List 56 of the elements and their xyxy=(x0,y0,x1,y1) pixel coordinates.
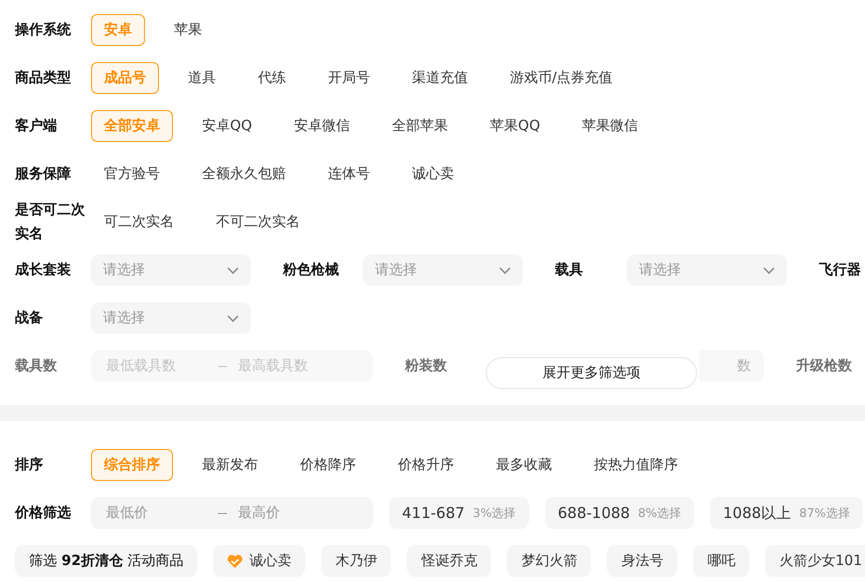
filter-label: 客户端 xyxy=(15,116,58,136)
filter-label: 战备 xyxy=(15,309,44,328)
filter-tag[interactable]: 哪吒 xyxy=(693,545,750,577)
filter-option[interactable]: 全额永久包赔 xyxy=(189,158,299,190)
filter-option[interactable]: 苹果QQ xyxy=(477,110,554,142)
filter-option[interactable]: 官方验号 xyxy=(91,158,173,190)
filter-option[interactable]: 代练 xyxy=(245,62,299,94)
filter-tag[interactable]: 身法号 xyxy=(607,545,678,577)
filter-label: 飞行器 xyxy=(819,261,862,279)
price-preset-button[interactable]: 688-1088 8%选择 xyxy=(544,497,694,529)
filter-option[interactable]: 开局号 xyxy=(315,62,383,94)
filter-label: 服务保障 xyxy=(15,165,72,184)
filter-label: 是否可二次实名 xyxy=(15,201,86,244)
filter-label: 排序 xyxy=(15,456,44,475)
filter-option[interactable]: 苹果 xyxy=(161,14,215,46)
filter-label: 操作系统 xyxy=(15,21,72,40)
filter-option[interactable]: 价格升序 xyxy=(385,449,467,481)
chevron-down-icon xyxy=(227,266,239,274)
filter-option[interactable]: 最新发布 xyxy=(189,449,271,481)
chevron-down-icon xyxy=(763,266,775,274)
filter-label: 升级枪数 xyxy=(796,357,853,375)
chevron-down-icon xyxy=(499,266,511,274)
price-preset-button[interactable]: 411-687 3%选择 xyxy=(389,497,529,529)
chevron-down-icon xyxy=(227,314,239,322)
filter-option[interactable]: 价格降序 xyxy=(287,449,369,481)
expand-filters-button[interactable]: 展开更多筛选项 xyxy=(486,357,697,389)
filter-option[interactable]: 全部苹果 xyxy=(379,110,462,142)
filter-option[interactable]: 安卓QQ xyxy=(189,110,266,142)
filter-label: 粉色枪械 xyxy=(283,261,340,279)
max-price-field[interactable]: 最高价 xyxy=(236,504,350,522)
filter-tag[interactable]: 木乃伊 xyxy=(321,545,392,577)
filter-label: 价格筛选 xyxy=(15,504,72,523)
filter-label: 载具 xyxy=(555,261,584,279)
heart-icon xyxy=(227,554,244,568)
filter-label: 商品类型 xyxy=(15,68,72,88)
filter-label: 成长套装 xyxy=(15,261,72,280)
filter-tag[interactable]: 怪诞乔克 xyxy=(407,545,492,577)
filter-option[interactable]: 渠道充值 xyxy=(399,62,481,94)
filter-tag[interactable]: 梦幻火箭 xyxy=(507,545,592,577)
filter-option[interactable]: 连体号 xyxy=(315,158,383,190)
price-preset-button[interactable]: 1088以上 87%选择 xyxy=(710,497,863,529)
filter-option[interactable]: 道具 xyxy=(175,62,229,94)
filter-tag[interactable]: 诚心卖 xyxy=(213,545,306,577)
filter-option[interactable]: 按热力值降序 xyxy=(581,449,691,481)
filter-option[interactable]: 游戏币/点券充值 xyxy=(497,62,626,94)
filter-label: 载具数 xyxy=(15,357,58,376)
filter-option[interactable]: 诚心卖 xyxy=(399,158,467,190)
filter-tag[interactable]: 火箭少女101 xyxy=(765,545,865,577)
filter-option[interactable]: 最多收藏 xyxy=(483,449,565,481)
promo-filter-tag[interactable]: 筛选 92折清仓 活动商品 xyxy=(15,545,198,577)
filter-label: 粉装数 xyxy=(405,357,448,375)
filter-option[interactable]: 苹果微信 xyxy=(569,110,652,142)
filter-option[interactable]: 安卓微信 xyxy=(281,110,364,142)
filter-option[interactable]: 不可二次实名 xyxy=(203,206,313,238)
min-price-field[interactable]: 最低价 xyxy=(104,504,218,522)
filter-option[interactable]: 可二次实名 xyxy=(91,206,187,238)
